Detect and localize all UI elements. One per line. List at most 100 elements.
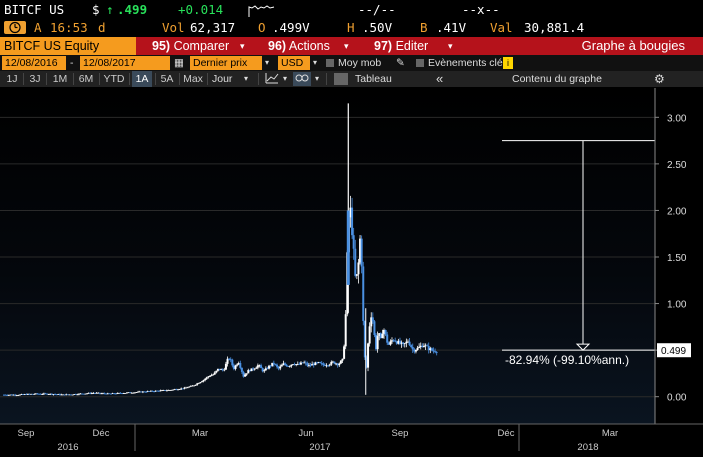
actions-menu[interactable]: 96) Actions: [268, 37, 330, 55]
candle-body: [245, 373, 248, 375]
edit-label: Editer: [395, 39, 429, 53]
table-checkbox[interactable]: [334, 73, 348, 85]
candle-body: [223, 369, 226, 371]
calendar-icon[interactable]: ▦: [174, 56, 184, 70]
candle-body: [414, 350, 417, 352]
bid-label: B: [420, 20, 428, 35]
frequency-select[interactable]: Jour: [212, 72, 232, 86]
candle-body: [381, 333, 384, 339]
candle-body: [368, 326, 371, 344]
events-checkbox[interactable]: [416, 59, 424, 67]
volume-value: 62,317: [190, 20, 236, 35]
currency-select[interactable]: USD: [278, 56, 310, 70]
up-arrow-icon: ↑: [106, 2, 114, 17]
candle-body: [422, 346, 425, 348]
zoom-caret-icon[interactable]: ▾: [315, 72, 319, 86]
end-date-field[interactable]: 12/08/2017: [80, 56, 170, 70]
info-icon[interactable]: i: [503, 57, 513, 69]
currency-symbol: $: [92, 2, 100, 17]
open-label: O: [258, 20, 266, 35]
line-chart-icon[interactable]: [265, 72, 279, 86]
price-field-select[interactable]: Dernier prix: [190, 56, 262, 70]
candle-body: [212, 374, 215, 376]
moy-mob-checkbox[interactable]: [326, 59, 334, 67]
bid-value: .41V: [436, 20, 467, 35]
edit-caret-icon[interactable]: ▾: [448, 37, 453, 55]
candle-body: [386, 334, 389, 343]
period-1a[interactable]: 1A: [132, 71, 152, 87]
candle-body: [394, 340, 397, 342]
candle-body: [371, 317, 374, 322]
price-change: +0.014: [178, 2, 224, 17]
candle-body: [408, 341, 411, 346]
x-year-label: 2017: [309, 442, 330, 453]
candle-body: [285, 364, 288, 367]
last-price-label: 0.499: [661, 346, 686, 357]
candle-body: [204, 378, 207, 381]
pencil-icon[interactable]: ✎: [396, 56, 405, 70]
y-axis: 3.002.502.001.501.000.500.000.499: [655, 113, 691, 404]
frequency-caret-icon[interactable]: ▾: [244, 72, 248, 86]
zoom-tool-icon[interactable]: [293, 72, 311, 86]
start-date-field[interactable]: 12/08/2016: [2, 56, 66, 70]
x-month-label: Sep: [18, 428, 35, 439]
x-month-label: Déc: [498, 428, 515, 439]
line-chart-caret-icon[interactable]: ▾: [283, 72, 287, 86]
edit-menu[interactable]: 97) Editer: [374, 37, 428, 55]
x-month-label: Mar: [192, 428, 208, 439]
candle-body: [260, 365, 263, 369]
y-tick-label: 3.00: [667, 113, 687, 124]
security-field[interactable]: BITCF US Equity: [0, 37, 136, 55]
candlestick-chart[interactable]: -82.94% (-99.10%ann.) 3.00 2.50 2.00 1.50 1.…: [0, 88, 703, 457]
plot-area[interactable]: [0, 88, 655, 424]
chart-content-label[interactable]: Contenu du graphe: [512, 72, 602, 86]
period-1j[interactable]: 1J: [4, 71, 20, 87]
compare-label: Comparer: [173, 39, 230, 53]
stats-row: A 16:53 d Vol 62,317 O .499V H .50V B .4…: [0, 19, 703, 36]
candle-body: [231, 359, 234, 366]
period-3j[interactable]: 3J: [27, 71, 43, 87]
x-month-label: Déc: [93, 428, 110, 439]
period-1m[interactable]: 1M: [50, 71, 70, 87]
candle-body: [435, 352, 438, 353]
compare-caret-icon[interactable]: ▾: [240, 37, 245, 55]
last-trade-time: 16:53: [50, 20, 88, 35]
candle-body: [215, 370, 218, 373]
period-6m[interactable]: 6M: [76, 71, 96, 87]
price-field-caret-icon[interactable]: ▾: [265, 56, 269, 70]
currency-caret-icon[interactable]: ▾: [313, 56, 317, 70]
collapse-button[interactable]: «: [436, 72, 443, 86]
candle-body: [362, 266, 365, 321]
candle-body: [376, 336, 379, 350]
x-year-label: 2016: [57, 442, 78, 453]
ticker-symbol[interactable]: BITCF US: [4, 0, 64, 19]
clock-icon[interactable]: [4, 21, 26, 34]
range-text: --/--: [358, 2, 396, 17]
x-month-label: Jun: [298, 428, 313, 439]
candle-body: [333, 361, 336, 364]
status-letter: A: [34, 20, 42, 35]
candle-body: [255, 367, 258, 369]
val-value: 30,881.4: [524, 20, 585, 35]
candle-body: [236, 364, 239, 366]
table-label[interactable]: Tableau: [355, 72, 392, 86]
candle-body: [276, 364, 279, 367]
compare-menu[interactable]: 95) Comparer: [152, 37, 229, 55]
x-month-label: Mar: [602, 428, 618, 439]
candle-body: [205, 377, 208, 379]
candle-body: [344, 314, 347, 347]
candle-body: [194, 384, 197, 386]
gear-icon[interactable]: ⚙: [654, 72, 665, 86]
edit-num: 97): [374, 39, 393, 53]
candle-body: [263, 370, 266, 372]
period-ytd[interactable]: YTD: [102, 71, 126, 87]
time-suffix: d: [98, 20, 106, 35]
period-5a[interactable]: 5A: [158, 71, 176, 87]
period-max[interactable]: Max: [182, 71, 204, 87]
actions-caret-icon[interactable]: ▾: [344, 37, 349, 55]
candle-body: [354, 248, 357, 276]
candle-body: [284, 363, 287, 365]
y-tick-label: 2.50: [667, 160, 687, 171]
candle-body: [384, 329, 387, 335]
candle-body: [178, 389, 181, 390]
